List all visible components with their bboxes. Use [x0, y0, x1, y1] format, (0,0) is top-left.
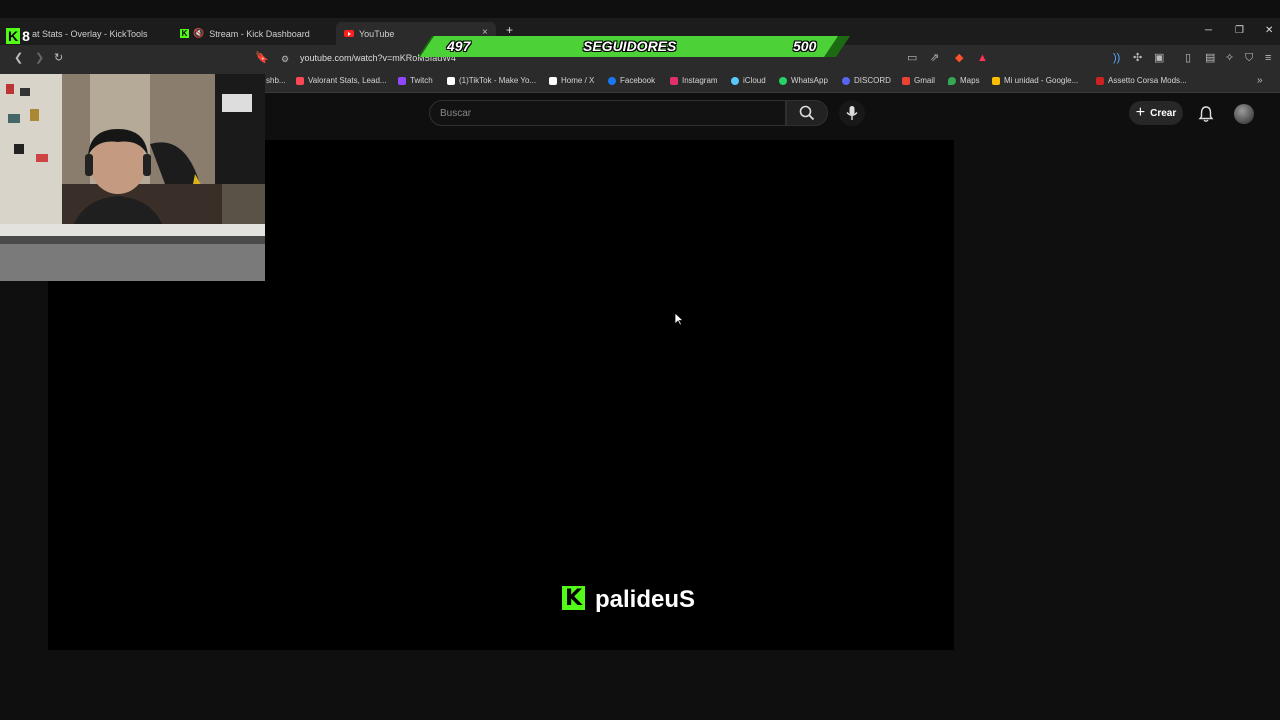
bookmark-label: Gmail [914, 76, 935, 85]
bookmark-item[interactable]: Facebook [608, 76, 655, 85]
kick-favicon-icon: K [180, 29, 189, 38]
bookmark-item[interactable]: Gmail [902, 76, 935, 85]
search-input[interactable]: Buscar [429, 100, 786, 126]
bookmark-label: Maps [960, 76, 980, 85]
search-icon [799, 105, 815, 121]
bookmark-label: WhatsApp [791, 76, 828, 85]
search-placeholder: Buscar [440, 108, 472, 119]
bookmark-item[interactable]: shb... [266, 76, 286, 85]
bookmark-item[interactable]: Mi unidad - Google... [992, 76, 1078, 85]
microphone-icon [846, 106, 858, 120]
bookmark-label: Home / X [561, 76, 595, 85]
bookmark-label: Instagram [682, 76, 718, 85]
discord-icon [842, 76, 850, 85]
followers-label: SEGUIDORES [583, 38, 677, 54]
close-window-icon[interactable]: ✕ [1265, 25, 1273, 36]
cast-icon[interactable]: ▭ [907, 51, 917, 65]
maps-icon [948, 76, 956, 85]
tiktok-icon [447, 76, 455, 85]
tab-kick-dashboard[interactable]: K 🔇 Stream - Kick Dashboard [178, 22, 333, 45]
bookmark-label: Twitch [410, 76, 433, 85]
bookmark-item[interactable]: DISCORD [842, 76, 891, 85]
bookmark-item[interactable]: Home / X [549, 76, 594, 85]
vpn-icon[interactable]: ⛉ [1245, 51, 1253, 65]
followers-current-count: 497 [447, 38, 471, 54]
twitch-icon [398, 76, 406, 85]
youtube-favicon-icon [344, 30, 354, 37]
bookmark-item[interactable]: Maps [948, 76, 980, 85]
leo-ai-icon[interactable]: ✧ [1225, 51, 1234, 65]
bookmark-item[interactable]: iCloud [731, 76, 766, 85]
minimize-window-icon[interactable]: ─ [1205, 25, 1212, 36]
back-arrow-icon[interactable]: ❮ [14, 51, 23, 65]
brave-rewards-icon[interactable]: ▲ [977, 51, 988, 65]
new-tab-button[interactable]: + [506, 23, 513, 37]
kick-viewers-badge: K 8 [6, 27, 40, 45]
brave-shield-icon[interactable]: ◆ [955, 51, 963, 65]
extensions-icon[interactable]: ✣ [1133, 51, 1142, 65]
bookmark-label: Valorant Stats, Lead... [308, 76, 387, 85]
bookmark-item[interactable]: Assetto Corsa Mods... [1096, 76, 1187, 85]
sidebar-icon[interactable]: ▯ [1185, 51, 1191, 65]
create-button[interactable]: + Crear [1129, 101, 1183, 125]
create-button-label: Crear [1150, 107, 1177, 119]
notifications-bell-icon[interactable] [1198, 105, 1214, 123]
channel-name: palideuS [595, 586, 696, 613]
bookmark-label: DISCORD [854, 76, 891, 85]
bookmark-label: shb... [266, 76, 286, 85]
instagram-icon [670, 76, 678, 85]
mouse-cursor-icon [674, 312, 684, 326]
bookmark-item[interactable]: (1)TikTok - Make Yo... [447, 76, 536, 85]
restore-window-icon[interactable]: ❐ [1235, 25, 1244, 36]
menu-icon[interactable]: ≡ [1265, 51, 1271, 65]
bookmark-label: (1)TikTok - Make Yo... [459, 76, 537, 85]
valorant-icon [296, 76, 304, 85]
assetto-corsa-icon [1096, 76, 1104, 85]
webcam-overlay [0, 74, 265, 281]
voice-search-button[interactable] [839, 100, 865, 126]
site-info-icon[interactable]: ⚙ [281, 52, 289, 66]
search-button[interactable] [786, 100, 828, 126]
bookmark-label: Mi unidad - Google... [1004, 76, 1079, 85]
bookmark-item[interactable]: Valorant Stats, Lead... [296, 76, 387, 85]
bookmark-item[interactable]: Twitch [398, 76, 433, 85]
user-avatar[interactable] [1234, 104, 1254, 124]
kick-logo-icon: K [562, 586, 585, 611]
wallet-icon[interactable]: ▤ [1205, 51, 1215, 65]
plus-icon: + [1135, 104, 1146, 121]
bookmark-label: iCloud [743, 76, 766, 85]
more-bookmarks-icon[interactable]: » [1257, 75, 1263, 86]
tab-title: YouTube [359, 28, 395, 39]
tab-title: Stream - Kick Dashboard [209, 28, 310, 39]
reload-icon[interactable]: ↻ [54, 51, 63, 65]
whatsapp-icon [779, 76, 787, 85]
gmail-icon [902, 76, 910, 85]
followers-goal-count: 500 [793, 38, 817, 54]
muted-speaker-icon[interactable]: 🔇 [193, 28, 204, 39]
share-icon[interactable]: ⇗ [930, 51, 939, 65]
google-drive-icon [992, 76, 1000, 85]
icloud-icon [731, 76, 739, 85]
bookmark-item[interactable]: Instagram [670, 76, 718, 85]
forward-arrow-icon[interactable]: ❯ [35, 51, 44, 65]
kick-badge-number: 8 [22, 28, 30, 44]
bookmark-label: Facebook [620, 76, 656, 85]
bookmark-item[interactable]: WhatsApp [779, 76, 828, 85]
bookmark-label: Assetto Corsa Mods... [1108, 76, 1187, 85]
facebook-icon [608, 76, 616, 85]
kick-badge-logo: K [6, 28, 21, 44]
x-icon [549, 76, 557, 85]
screenshot-icon[interactable]: ▣ [1154, 51, 1164, 65]
tab-title: at Stats - Overlay - KickTools [32, 28, 148, 39]
bookmark-icon[interactable]: 🔖 [255, 51, 269, 65]
audio-playing-icon[interactable]: )) [1113, 51, 1120, 65]
webcam-feed-image [0, 74, 265, 281]
